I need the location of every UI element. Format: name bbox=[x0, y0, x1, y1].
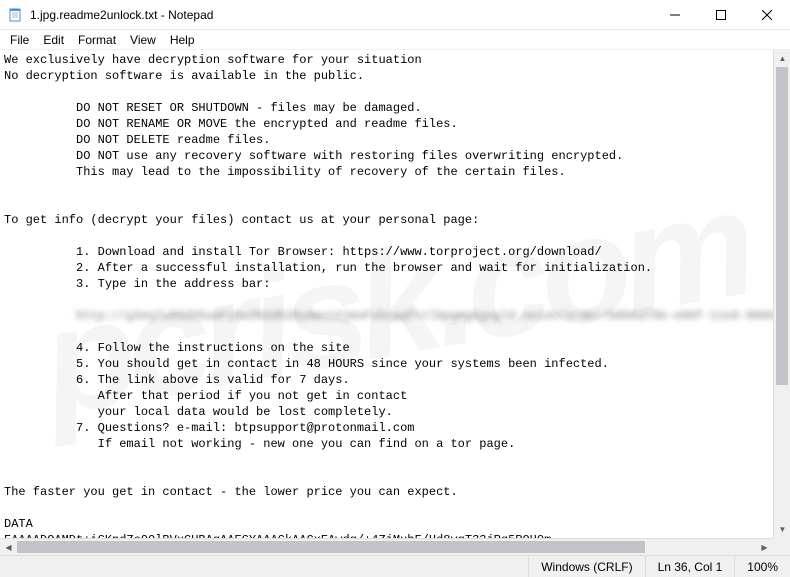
text-line: 2. After a successful installation, run … bbox=[4, 261, 652, 275]
scroll-right-button[interactable]: ▶ bbox=[756, 539, 773, 555]
menu-edit[interactable]: Edit bbox=[37, 31, 70, 49]
status-encoding: Windows (CRLF) bbox=[528, 556, 644, 577]
text-line: We exclusively have decryption software … bbox=[4, 53, 422, 67]
titlebar-left: 1.jpg.readme2unlock.txt - Notepad bbox=[0, 7, 213, 23]
status-zoom: 100% bbox=[734, 556, 790, 577]
text-line: your local data would be lost completely… bbox=[4, 405, 393, 419]
menu-file[interactable]: File bbox=[4, 31, 35, 49]
menu-view[interactable]: View bbox=[124, 31, 162, 49]
text-line: 5. You should get in contact in 48 HOURS… bbox=[4, 357, 609, 371]
scroll-track-horizontal[interactable] bbox=[17, 539, 756, 555]
scroll-left-button[interactable]: ◀ bbox=[0, 539, 17, 555]
scroll-down-button[interactable]: ▼ bbox=[774, 521, 790, 538]
text-line: 3. Type in the address bar: bbox=[4, 277, 270, 291]
text-line: This may lead to the impossibility of re… bbox=[4, 165, 566, 179]
scroll-thumb-vertical[interactable] bbox=[776, 67, 788, 385]
text-line: 4. Follow the instructions on the site bbox=[4, 341, 350, 355]
text-line: The faster you get in contact - the lowe… bbox=[4, 485, 458, 499]
text-line: After that period if you not get in cont… bbox=[4, 389, 407, 403]
window-controls bbox=[652, 0, 790, 29]
menu-format[interactable]: Format bbox=[72, 31, 122, 49]
close-button[interactable] bbox=[744, 0, 790, 29]
menubar: File Edit Format View Help bbox=[0, 30, 790, 50]
text-line: DO NOT RESET OR SHUTDOWN - files may be … bbox=[4, 101, 422, 115]
scrollbar-corner bbox=[773, 538, 790, 555]
text-line: 6. The link above is valid for 7 days. bbox=[4, 373, 350, 387]
window-title: 1.jpg.readme2unlock.txt - Notepad bbox=[30, 8, 213, 22]
text-content[interactable]: We exclusively have decryption software … bbox=[0, 50, 790, 555]
menu-help[interactable]: Help bbox=[164, 31, 201, 49]
text-line: DO NOT DELETE readme files. bbox=[4, 133, 270, 147]
content-area: pcrisk.com We exclusively have decryptio… bbox=[0, 50, 790, 555]
notepad-icon bbox=[8, 7, 24, 23]
scrollbar-horizontal[interactable]: ◀ ▶ bbox=[0, 538, 773, 555]
scrollbar-vertical[interactable]: ▲ ▼ bbox=[773, 50, 790, 538]
scroll-thumb-horizontal[interactable] bbox=[17, 541, 645, 553]
minimize-button[interactable] bbox=[652, 0, 698, 29]
text-line: No decryption software is available in t… bbox=[4, 69, 364, 83]
text-line: DO NOT use any recovery software with re… bbox=[4, 149, 623, 163]
text-line: DO NOT RENAME OR MOVE the encrypted and … bbox=[4, 117, 458, 131]
status-position: Ln 36, Col 1 bbox=[645, 556, 735, 577]
scroll-track-vertical[interactable] bbox=[774, 67, 790, 521]
maximize-button[interactable] bbox=[698, 0, 744, 29]
text-line-blurred: http://g3eq7u552h5ueFzhv202d528yAmcn2jmv… bbox=[4, 308, 790, 324]
text-line: DATA bbox=[4, 517, 33, 531]
text-line: To get info (decrypt your files) contact… bbox=[4, 213, 479, 227]
statusbar: Windows (CRLF) Ln 36, Col 1 100% bbox=[0, 555, 790, 577]
text-line: 1. Download and install Tor Browser: htt… bbox=[4, 245, 602, 259]
scroll-up-button[interactable]: ▲ bbox=[774, 50, 790, 67]
text-line: 7. Questions? e-mail: btpsupport@protonm… bbox=[4, 421, 414, 435]
text-line: If email not working - new one you can f… bbox=[4, 437, 515, 451]
titlebar: 1.jpg.readme2unlock.txt - Notepad bbox=[0, 0, 790, 30]
